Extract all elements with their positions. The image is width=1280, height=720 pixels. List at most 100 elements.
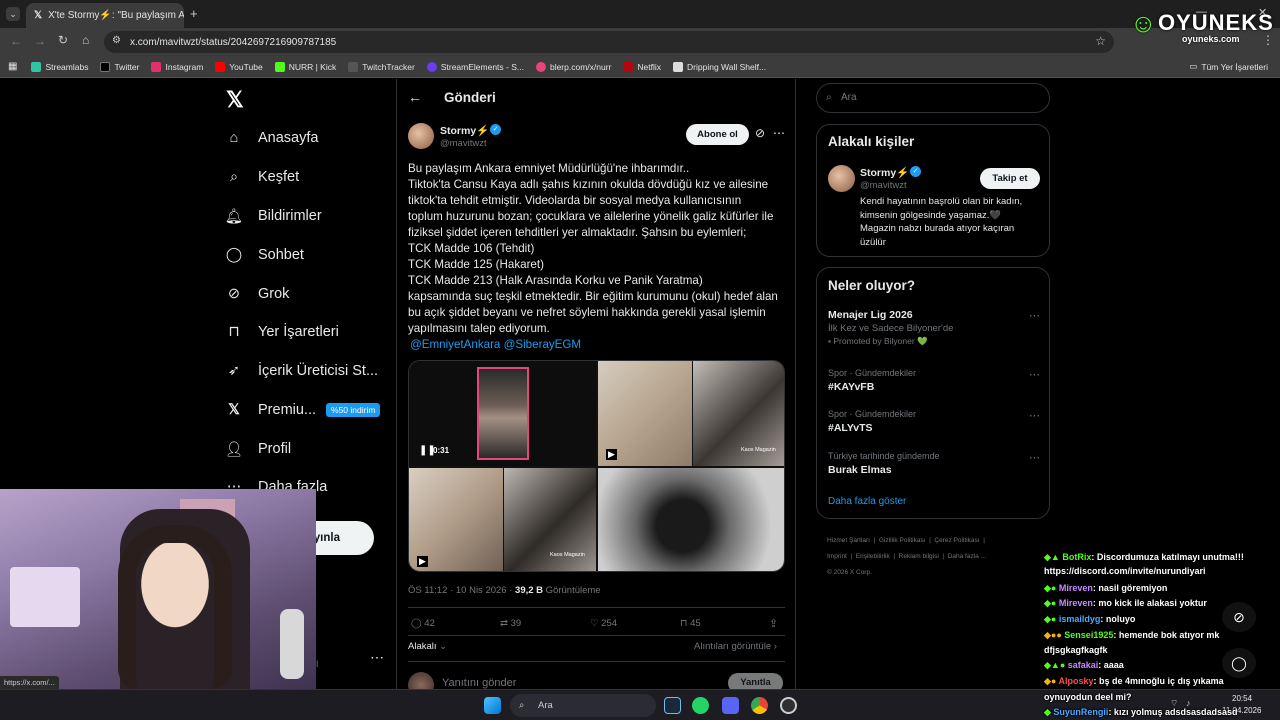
media-photo[interactable]: ▶ [598,361,692,466]
footer-link[interactable]: Gizlilik Politikası [879,537,926,544]
subscribe-button[interactable]: Abone ol [686,124,749,145]
bookmark-action[interactable]: ⊓ 45 [680,618,701,629]
bookmark-streamlabs[interactable]: Streamlabs [31,61,89,72]
post-mentions-link[interactable]: @EmniyetAnkara @SiberayEGM [408,337,788,353]
discord-icon[interactable] [722,697,739,714]
follow-button[interactable]: Takip et [980,168,1040,189]
reply-action[interactable]: ◯ 42 [411,618,435,629]
post-time[interactable]: ÖS 11:12 · 10 Nis 2026 · [408,585,512,596]
footer-link[interactable]: Reklam bilgisi [899,553,939,560]
bookmark-twitter[interactable]: Twitter [100,61,140,72]
nav-creator-studio[interactable]: ➶ İçerik Üreticisi St... [224,356,378,386]
home-button-icon[interactable]: ⌂ [82,33,89,47]
webcam-shelf [10,567,80,627]
chrome-icon[interactable] [751,697,768,714]
tab-list-button[interactable]: ⌄ [6,7,20,21]
person-name[interactable]: Stormy⚡ [860,166,909,179]
chat-icon: ◯ [225,247,243,263]
browser-tab-active[interactable]: 𝕏 X'te Stormy⚡: "Bu paylaşım A ✕ [26,3,184,28]
show-more-link[interactable]: Daha fazla göster [828,496,906,507]
view-quotes-link[interactable]: Alıntıları görüntüle › [694,641,777,652]
chat-message: ◆● Mireven: nasil göremiyon [1044,583,1167,594]
bookmark-streamelements[interactable]: StreamElements - S... [426,61,524,72]
like-action[interactable]: ♡ 254 [590,618,617,629]
footer-link[interactable]: Hizmet Şartları [827,537,870,544]
bookmark-kick[interactable]: NURR | Kick [274,61,336,72]
nav-label: Anasayfa [258,130,319,146]
media-photo[interactable] [598,468,784,571]
reply-button[interactable]: Yanıtla [728,673,783,689]
reply-sort-dropdown[interactable]: Alakalı ⌄ [408,641,447,652]
trend-item[interactable]: Menajer Lig 2026 İlk Kez ve Sadece Bilyo… [828,309,1040,347]
nav-premium[interactable]: 𝕏 Premiu... %50 indirim [224,395,381,425]
bookmark-blerp[interactable]: blerp.com/x/nurr [535,61,611,72]
bookmark-label: Twitter [114,61,140,72]
trend-more-icon[interactable]: ⋯ [1029,309,1040,322]
x-logo-icon[interactable]: 𝕏 [226,87,244,113]
address-bar[interactable]: ⚙ x.com/mavitwzt/status/2042697216909787… [104,31,1114,53]
play-icon: ▶ [417,556,428,567]
media-photo[interactable]: Kaos Magazin [693,361,784,466]
chat-username: ismaildyg [1058,614,1101,624]
watermark-site: oyuneks.com [1182,34,1240,44]
nav-profile[interactable]: 👤︎ Profil [224,434,291,464]
footer-link[interactable]: Imprint [827,553,847,560]
post-text-line: tiktok'ta tehdit etmiştir. Videolarda bi… [408,194,742,207]
trend-item[interactable]: Spor · Gündemdekiler #KAYvFB ⋯ [828,368,1040,393]
bookmark-instagram[interactable]: Instagram [151,61,203,72]
back-icon[interactable]: ← [10,34,22,48]
windows-start-icon[interactable] [484,697,501,714]
grok-explain-icon[interactable]: ⊘ [755,126,765,140]
nav-notifications[interactable]: 🔔︎ Bildirimler [224,201,322,231]
trend-item[interactable]: Spor · Gündemdekiler #ALYvTS ⋯ [828,409,1040,434]
new-tab-button[interactable]: + [190,6,198,21]
person-avatar[interactable] [828,165,855,192]
author-avatar[interactable] [408,123,434,149]
trend-more-icon[interactable]: ⋯ [1029,451,1040,464]
sort-label: Alakalı [408,641,437,652]
whatsapp-icon[interactable] [692,697,709,714]
post-more-icon[interactable]: ⋯ [773,126,785,140]
site-info-icon[interactable]: ⚙ [112,35,121,46]
trend-more-icon[interactable]: ⋯ [1029,409,1040,422]
obs-icon[interactable] [780,697,797,714]
nav-home[interactable]: ⌂ Anasayfa [224,123,319,153]
forward-icon[interactable]: → [34,34,46,48]
all-bookmarks[interactable]: ▭ Tüm Yer İşaretleri [1189,61,1268,72]
footer-link[interactable]: Çerez Politikası [934,537,979,544]
bookmark-shelf[interactable]: Dripping Wall Shelf... [673,61,766,72]
steam-icon[interactable] [664,697,681,714]
nav-chat[interactable]: ◯ Sohbet [224,240,304,270]
author-handle[interactable]: @mavitwzt [440,138,487,149]
account-more-icon[interactable]: ⋯ [370,649,384,666]
taskbar-search[interactable]: ⌕ Ara [510,694,656,717]
bookmarks-bar: ▦ Streamlabs Twitter Instagram YouTube N… [0,56,1280,78]
nav-explore[interactable]: ⌕ Keşfet [224,162,299,192]
repost-action[interactable]: ⇄ 39 [500,618,521,629]
bookmark-youtube[interactable]: YouTube [215,61,263,72]
trend-item[interactable]: Türkiye tarihinde gündemde Burak Elmas ⋯ [828,451,1040,476]
chat-text: dfjsgkagfkagfk [1044,645,1108,655]
reply-input[interactable]: Yanıtını gönder [442,677,516,689]
footer-link[interactable]: Erişilebilirlik [856,553,890,560]
share-icon[interactable]: ⇪ [769,617,778,630]
bookmark-star-icon[interactable]: ☆ [1095,34,1106,48]
badge-icons: ◆● [1044,598,1059,608]
post-text-line: fiziksel şiddet içeren tehditleri yer al… [408,226,747,239]
media-photo[interactable]: Kaos Magazin [504,468,596,571]
bookmark-label: Streamlabs [45,61,89,72]
footer-link[interactable]: Daha fazla ... [948,553,986,560]
trend-more-icon[interactable]: ⋯ [1029,368,1040,381]
bookmark-twitchtracker[interactable]: TwitchTracker [348,61,415,72]
media-photo[interactable]: ▶ [409,468,503,571]
bookmark-netflix[interactable]: Netflix [623,61,661,72]
reload-icon[interactable]: ↻ [58,33,68,47]
search-bar[interactable]: ⌕ Ara [816,83,1050,113]
nav-bookmarks[interactable]: ⊓ Yer İşaretleri [224,317,339,347]
blerp-icon [535,61,546,72]
author-name[interactable]: Stormy⚡ [440,124,489,137]
video-thumbnail[interactable]: ❚❚ 0:31 [409,361,596,466]
apps-grid-icon[interactable]: ▦ [8,61,17,72]
back-arrow-icon[interactable]: ← [408,89,422,105]
nav-grok[interactable]: ⊘ Grok [224,279,290,309]
